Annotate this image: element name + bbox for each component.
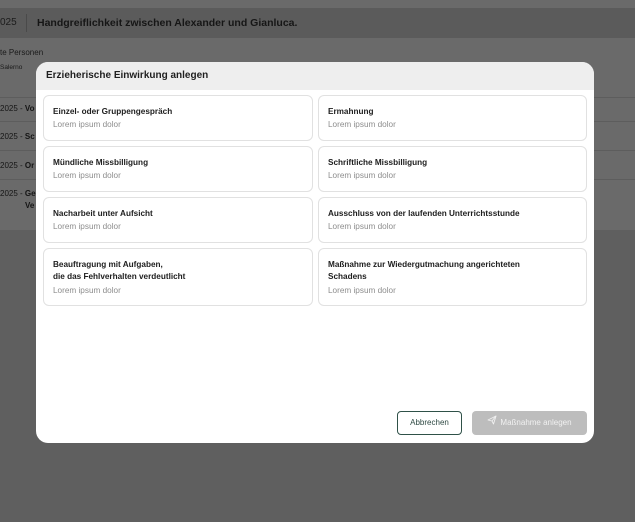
cancel-button[interactable]: Abbrechen: [397, 411, 462, 435]
background-title: Handgreiflichkeit zwischen Alexander und…: [37, 17, 298, 29]
create-measure-button[interactable]: Maßnahme anlegen: [472, 411, 587, 435]
option-title: Ermahnung: [328, 107, 374, 116]
background-section-label: te Personen: [0, 48, 44, 57]
option-title: Schriftliche Missbilligung: [328, 158, 428, 167]
dialog-header: Erzieherische Einwirkung anlegen: [36, 62, 594, 90]
option-card-muendliche-missbilligung[interactable]: Mündliche Missbilligung Lorem ipsum dolo…: [43, 146, 313, 192]
background-person-name: Salerno: [0, 64, 23, 71]
option-description: Lorem ipsum dolor: [328, 120, 396, 129]
option-description: Lorem ipsum dolor: [53, 286, 121, 295]
option-card-ausschluss[interactable]: Ausschluss von der laufenden Unterrichts…: [318, 197, 587, 243]
background-row: 2025 - Vo: [0, 104, 35, 113]
option-title: Nacharbeit unter Aufsicht: [53, 209, 153, 218]
background-row: 2025 - Sc: [0, 132, 35, 141]
create-measure-label: Maßnahme anlegen: [500, 418, 572, 427]
option-card-wiedergutmachung[interactable]: Maßnahme zur Wiedergutmachung angerichte…: [318, 248, 587, 306]
background-row: 2025 - Or: [0, 161, 35, 170]
option-title: Mündliche Missbilligung: [53, 158, 149, 167]
option-title: Beauftragung mit Aufgaben, die das Fehlv…: [53, 260, 186, 281]
option-card-einzelgespraech[interactable]: Einzel- oder Gruppengespräch Lorem ipsum…: [43, 95, 313, 141]
option-description: Lorem ipsum dolor: [53, 171, 121, 180]
header-divider: [26, 14, 27, 32]
create-measure-dialog: Erzieherische Einwirkung anlegen Einzel-…: [36, 62, 594, 443]
option-description: Lorem ipsum dolor: [328, 171, 396, 180]
option-title: Maßnahme zur Wiedergutmachung angerichte…: [328, 260, 520, 281]
option-description: Lorem ipsum dolor: [328, 222, 396, 231]
send-icon: [487, 411, 497, 435]
option-card-schriftliche-missbilligung[interactable]: Schriftliche Missbilligung Lorem ipsum d…: [318, 146, 587, 192]
option-title: Einzel- oder Gruppengespräch: [53, 107, 173, 116]
background-header: 025 Handgreiflichkeit zwischen Alexander…: [0, 8, 635, 38]
option-description: Lorem ipsum dolor: [328, 286, 396, 295]
background-row-continuation: Ve: [25, 201, 35, 210]
option-card-nacharbeit[interactable]: Nacharbeit unter Aufsicht Lorem ipsum do…: [43, 197, 313, 243]
background-row: 2025 - Ge: [0, 189, 36, 198]
option-description: Lorem ipsum dolor: [53, 222, 121, 231]
option-card-ermahnung[interactable]: Ermahnung Lorem ipsum dolor: [318, 95, 587, 141]
option-description: Lorem ipsum dolor: [53, 120, 121, 129]
background-year: 025: [0, 17, 17, 28]
dialog-title: Erzieherische Einwirkung anlegen: [46, 70, 209, 81]
option-card-beauftragung[interactable]: Beauftragung mit Aufgaben, die das Fehlv…: [43, 248, 313, 306]
option-title: Ausschluss von der laufenden Unterrichts…: [328, 209, 520, 218]
